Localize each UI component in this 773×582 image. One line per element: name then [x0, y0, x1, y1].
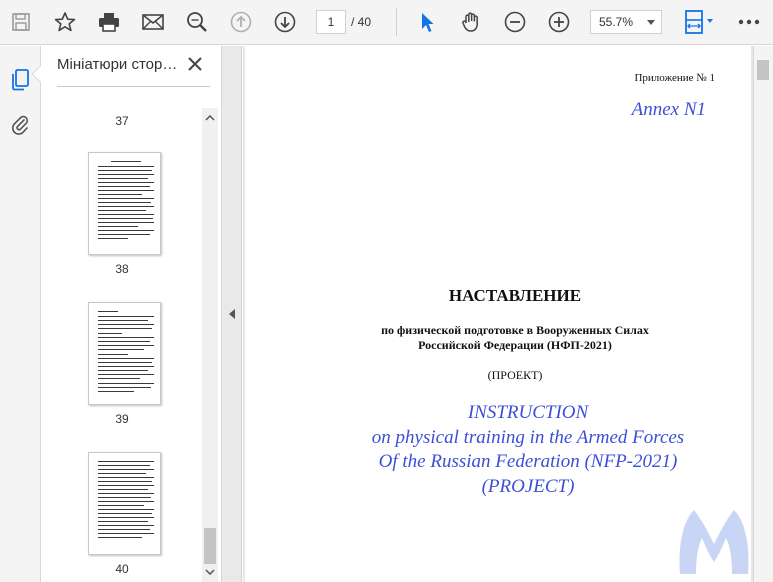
zoom-out-icon[interactable]: [500, 7, 530, 37]
thumbnail-page[interactable]: [88, 452, 161, 555]
document-scrollbar[interactable]: [753, 46, 773, 582]
zoom-value: 55.7%: [599, 15, 634, 29]
page-down-icon[interactable]: [270, 7, 300, 37]
toolbar: 1 / 40 55.7%: [0, 0, 773, 45]
translation-line2: on physical training in the Armed Forces: [371, 427, 685, 448]
translation-line4: (PROJECT): [481, 476, 575, 497]
thumbnail-page[interactable]: [88, 152, 161, 255]
scroll-up-icon[interactable]: [202, 110, 218, 126]
watermark-logo-icon: [672, 496, 756, 580]
thumbnail-label: 39: [115, 412, 129, 426]
document-project-label: (ПРОЕКТ): [487, 368, 543, 382]
translation-line3: Of the Russian Federation (NFP-2021): [378, 451, 678, 472]
panel-collapse-strip[interactable]: [222, 46, 242, 582]
hand-icon[interactable]: [456, 7, 486, 37]
thumbnails-icon[interactable]: [6, 66, 34, 94]
print-icon[interactable]: [94, 7, 124, 37]
thumbnails-panel: Мініатюри стор… 37 38 39 40: [31, 46, 222, 582]
thumbnail-label: 38: [115, 262, 129, 276]
chevron-down-icon: [647, 20, 655, 25]
more-icon[interactable]: [734, 7, 764, 37]
thumbnail-label: 40: [115, 562, 129, 576]
zoom-in-icon[interactable]: [544, 7, 574, 37]
document-subtitle-line1: по физической подготовке в Вооруженных С…: [381, 323, 649, 337]
panel-title: Мініатюри стор…: [57, 56, 178, 73]
thumbnail-page[interactable]: [88, 302, 161, 405]
page-fit-icon[interactable]: [680, 7, 718, 37]
toolbar-divider: [396, 8, 397, 36]
select-cursor-icon[interactable]: [412, 7, 442, 37]
pdf-viewer-window: 1 / 40 55.7% Мініатюри стор… 37 38 39 40…: [0, 0, 773, 582]
thumbnail-label: 37: [115, 114, 129, 128]
page-number-input[interactable]: 1: [316, 10, 346, 34]
scroll-down-icon[interactable]: [202, 564, 218, 580]
mail-icon[interactable]: [138, 7, 168, 37]
zoom-select[interactable]: 55.7%: [590, 10, 662, 34]
page-up-icon[interactable]: [226, 7, 256, 37]
page-total: / 40: [351, 15, 372, 29]
appendix-label: Приложение № 1: [634, 72, 715, 84]
annex-label: Annex N1: [631, 99, 706, 120]
panel-divider: [57, 86, 210, 87]
close-icon[interactable]: [187, 56, 205, 74]
thumbnail-scrollbar[interactable]: [202, 108, 218, 582]
scrollbar-thumb[interactable]: [204, 528, 216, 564]
document-subtitle-line2: Российской Федерации (НФП-2021): [418, 338, 612, 352]
zoom-search-icon[interactable]: [182, 7, 212, 37]
attachment-icon[interactable]: [6, 110, 34, 138]
document-title: НАСТАВЛЕНИЕ: [448, 286, 582, 305]
save-icon[interactable]: [6, 7, 36, 37]
thumbnail-list: 37 38 39 40: [41, 104, 203, 582]
translation-line1: INSTRUCTION: [467, 402, 589, 423]
left-rail: [0, 46, 41, 582]
chevron-left-icon[interactable]: [229, 309, 235, 319]
scrollbar-thumb[interactable]: [757, 60, 769, 80]
star-icon[interactable]: [50, 7, 80, 37]
